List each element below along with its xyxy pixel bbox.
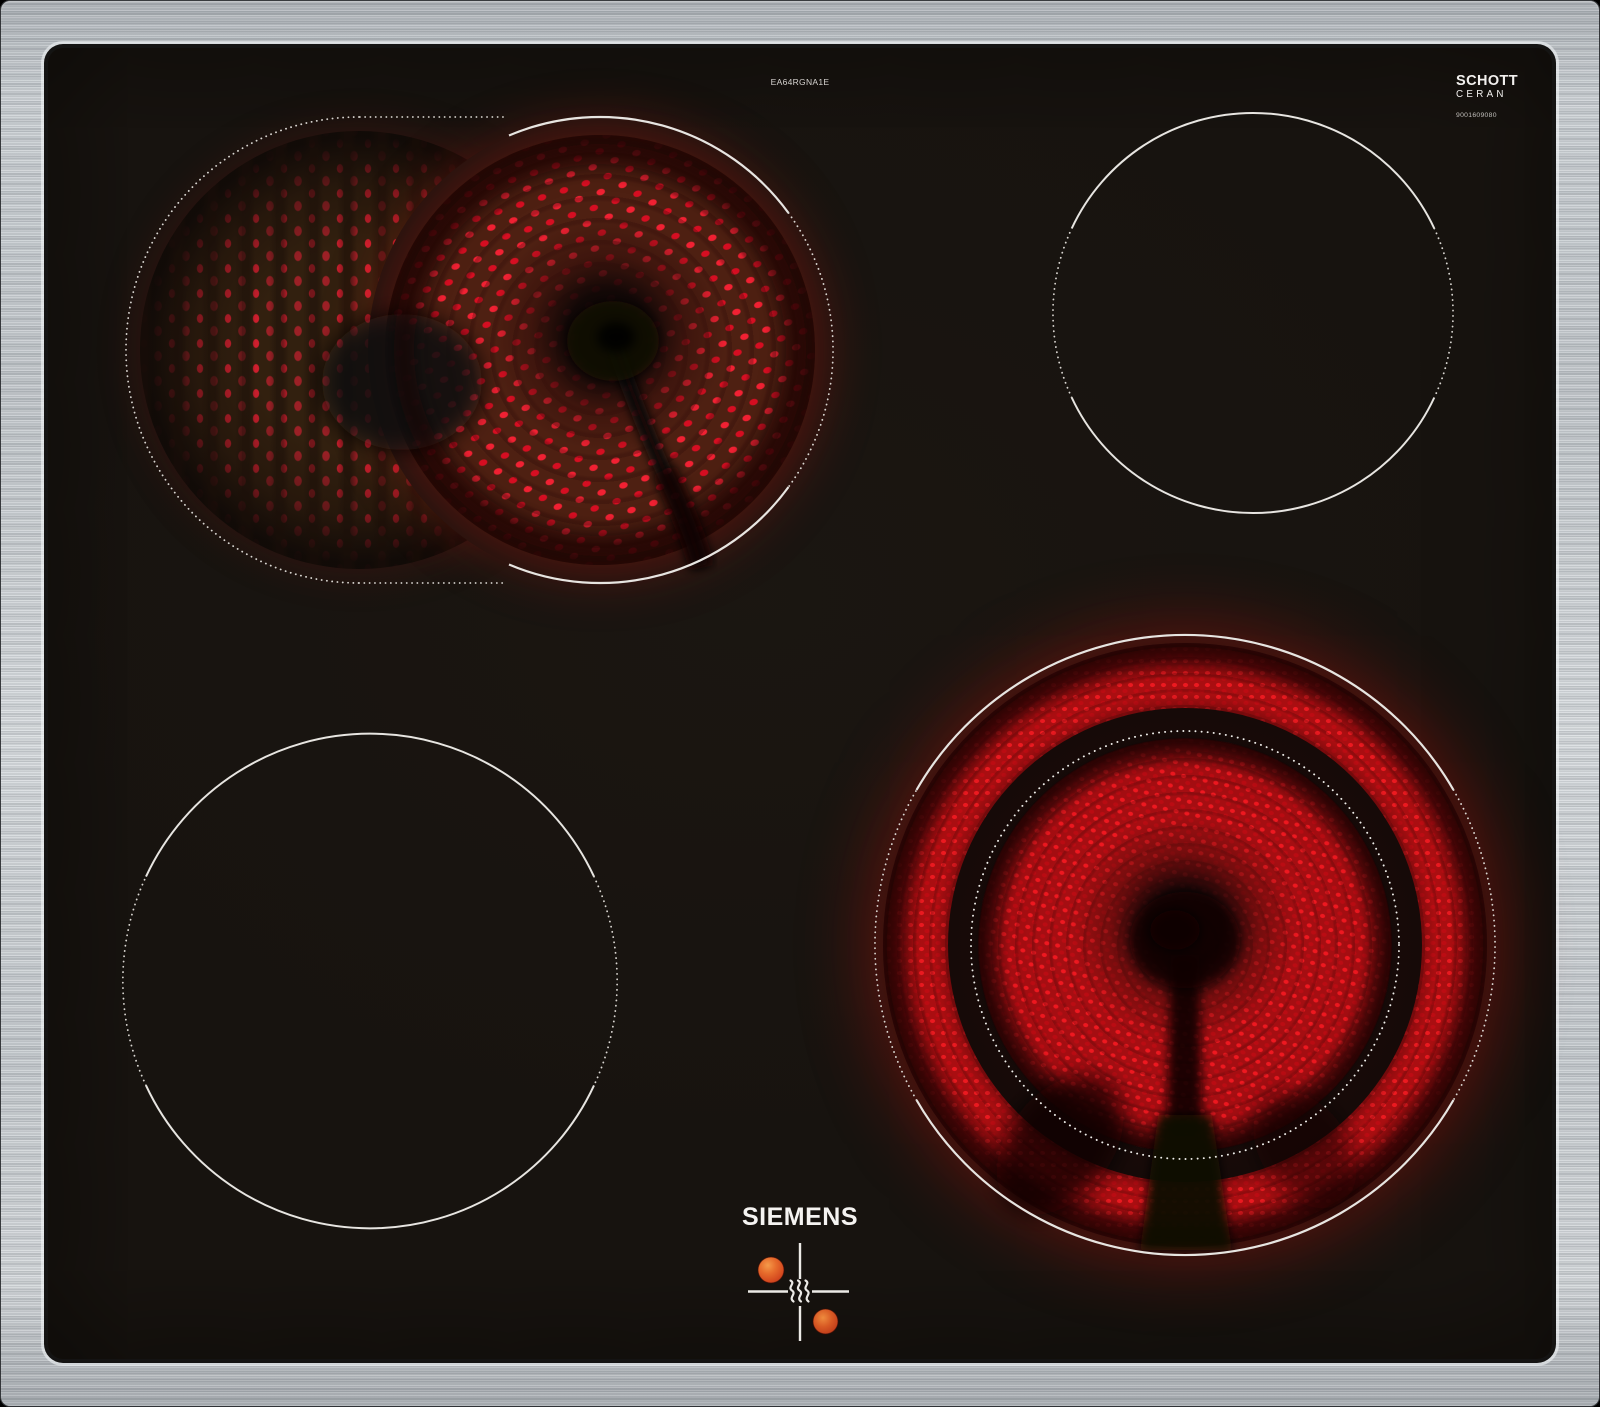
glass-print-number: 9001609080 bbox=[1456, 112, 1497, 120]
schott-logo-line1: SCHOTT bbox=[1456, 73, 1519, 89]
model-number: EA64RGNA1E bbox=[770, 77, 830, 87]
schott-ceran-logo: SCHOTT CERAN 9001609080 bbox=[1456, 74, 1518, 120]
schott-logo-line2: CERAN bbox=[1456, 88, 1507, 100]
brand-logo: SIEMENS bbox=[741, 1203, 859, 1231]
cooktop-product-photo: EA64RGNA1E SCHOTT CERAN 9001609080 SIEME… bbox=[0, 0, 1600, 1407]
